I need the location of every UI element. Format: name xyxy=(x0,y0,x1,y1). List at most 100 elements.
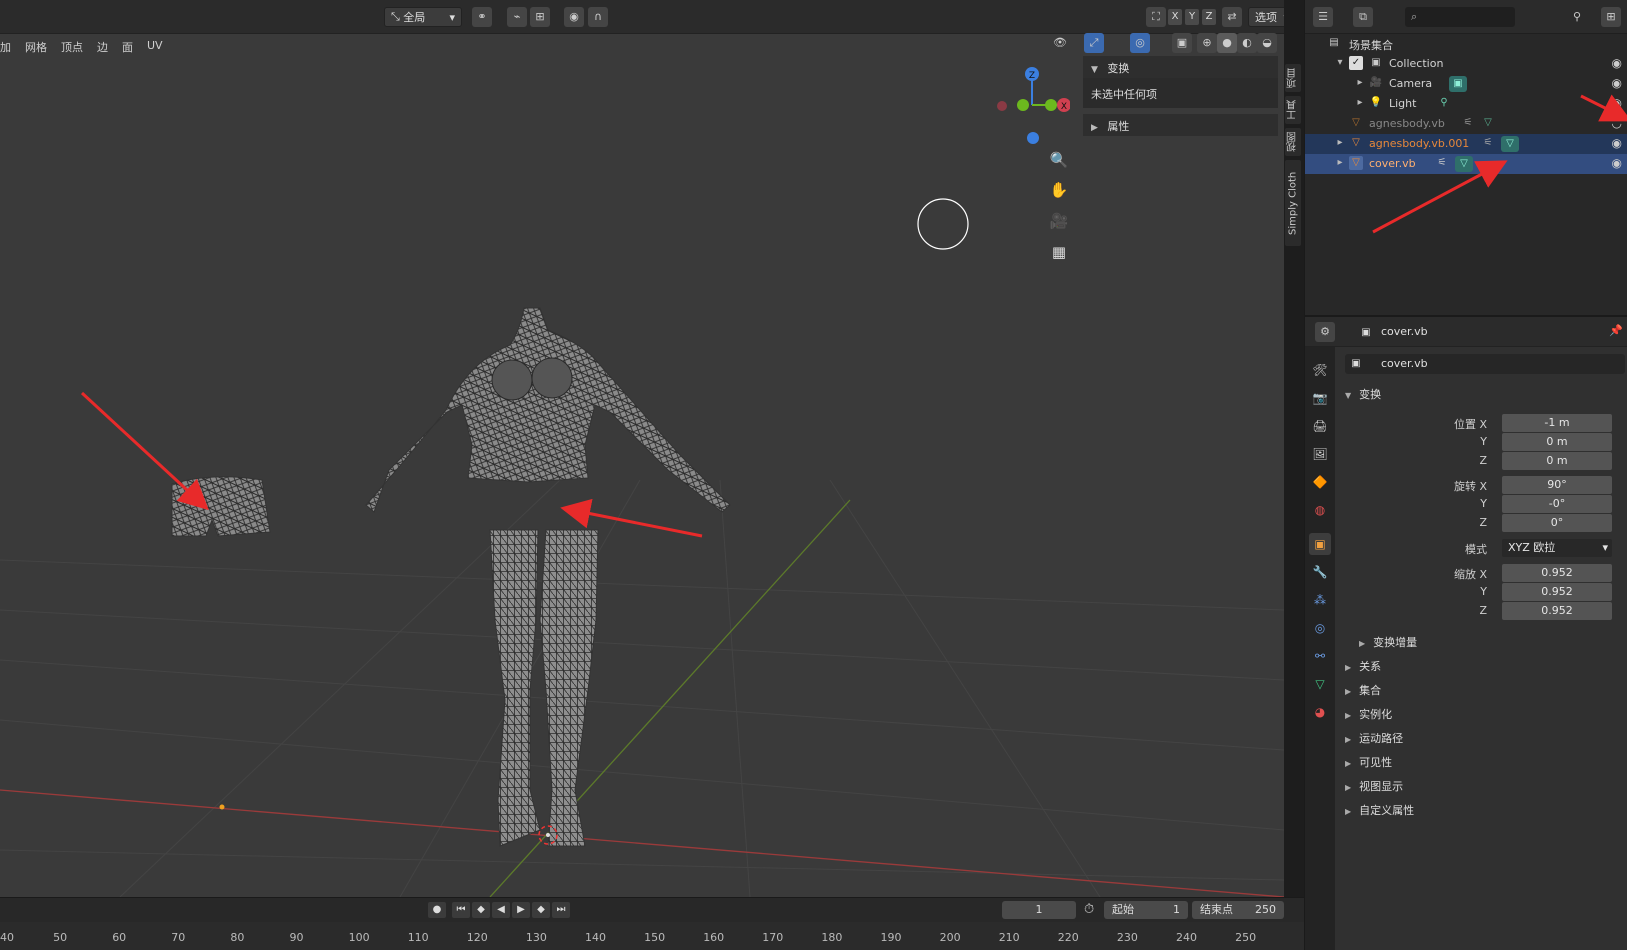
transform-section-header[interactable]: ▼ 变换 xyxy=(1345,386,1381,402)
current-frame-field[interactable]: 1 xyxy=(1002,901,1076,919)
snap-icon[interactable]: ⌁ xyxy=(507,7,527,27)
data-tab-icon[interactable]: ▽ xyxy=(1309,673,1331,695)
xray-icon[interactable]: ▣ xyxy=(1172,33,1192,53)
orientation-icon: ⤡ xyxy=(391,10,404,23)
options-dropdown[interactable]: 选项 ▾ xyxy=(1248,7,1284,27)
snap-target-icon[interactable]: ⊞ xyxy=(530,7,550,27)
transform-orientation-dropdown[interactable]: ⤡ 全局 ▾ xyxy=(384,7,462,27)
particles-tab-icon[interactable]: ⁂ xyxy=(1309,589,1331,611)
menu-uv[interactable]: UV xyxy=(140,34,170,58)
constraints-tab-icon[interactable]: ⚯ xyxy=(1309,645,1331,667)
next-keyframe-icon[interactable]: ◆ xyxy=(532,902,550,918)
mirror-y-button[interactable]: Y xyxy=(1185,9,1199,25)
scene-tab-icon[interactable]: 🔶 xyxy=(1309,471,1331,493)
section-custom-properties[interactable]: ▶ 自定义属性 xyxy=(1345,802,1414,818)
mirror-icon[interactable]: ⛶ xyxy=(1146,7,1166,27)
sidebar-n-panel: ▼ 变换 未选中任何项 ▶ 属性 xyxy=(1083,56,1278,140)
location-z-field[interactable]: 0 m xyxy=(1502,452,1612,470)
3d-viewport[interactable]: ⤡ 全局 ▾ ⚭ ⌁ ⊞ ◉ ∩ ⛶ X Y Z ⇄ 选项 ▾ 加 网格 顶点 … xyxy=(0,0,1284,897)
material-shading-icon[interactable]: ◐ xyxy=(1237,33,1257,53)
view-layer-tab-icon[interactable]: 🖼 xyxy=(1309,443,1331,465)
timeline-tick-label: 220 xyxy=(1057,931,1079,944)
tab-item[interactable]: 项目 xyxy=(1285,64,1301,92)
jump-start-icon[interactable]: ⏮ xyxy=(452,902,470,918)
location-y-field[interactable]: 0 m xyxy=(1502,433,1612,451)
scale-z-field[interactable]: 0.952 xyxy=(1502,602,1612,620)
object-tab-icon[interactable]: ▣ xyxy=(1309,533,1331,555)
triangle-right-icon: ▶ xyxy=(1091,123,1098,133)
menu-edge[interactable]: 边 xyxy=(90,34,115,58)
shorts-mesh xyxy=(171,476,271,537)
tool-tab-icon[interactable]: 🛠 xyxy=(1309,359,1331,381)
wireframe-shading-icon[interactable]: ⊕ xyxy=(1197,33,1217,53)
section-relations[interactable]: ▶ 关系 xyxy=(1345,658,1381,674)
play-icon[interactable]: ▶ xyxy=(512,902,530,918)
rotation-y-field[interactable]: -0° xyxy=(1502,495,1612,513)
section-collections[interactable]: ▶ 集合 xyxy=(1345,682,1381,698)
mirror-z-button[interactable]: Z xyxy=(1202,9,1216,25)
topology-mirror-icon[interactable]: ⇄ xyxy=(1222,7,1242,27)
proportional-edit-icon[interactable]: ◉ xyxy=(564,7,584,27)
editor-type-icon[interactable]: ⚙ xyxy=(1315,322,1335,342)
menu-face[interactable]: 面 xyxy=(115,34,140,58)
timeline-tick-label: 240 xyxy=(1176,931,1197,944)
timeline-tick-label: 250 xyxy=(1235,931,1257,944)
menu-mesh[interactable]: 网格 xyxy=(18,34,54,58)
world-tab-icon[interactable]: ◍ xyxy=(1309,499,1331,521)
object-icon: ▣ xyxy=(1351,358,1361,369)
play-reverse-icon[interactable]: ◀ xyxy=(492,902,510,918)
object-name-field[interactable]: ▣ cover.vb xyxy=(1345,354,1625,374)
delta-transform-subpanel[interactable]: ▶ 变换增量 xyxy=(1359,634,1417,650)
pan-hand-icon[interactable]: ✋ xyxy=(1046,177,1072,203)
rotation-x-field[interactable]: 90° xyxy=(1502,476,1612,494)
start-frame-field[interactable]: 起始 1 xyxy=(1104,901,1188,919)
tab-simply-cloth[interactable]: Simply Cloth xyxy=(1285,160,1301,246)
visibility-icon[interactable]: 👁 xyxy=(1050,33,1070,53)
pin-icon[interactable]: 📌 xyxy=(1609,324,1623,337)
gizmo-toggle-icon[interactable]: ⤢ xyxy=(1084,33,1104,53)
section-visibility[interactable]: ▶ 可见性 xyxy=(1345,754,1392,770)
falloff-icon[interactable]: ∩ xyxy=(588,7,608,27)
timeline-ruler[interactable]: 40 50 60 70 80 90 100 110 120 130 140 150 160 170 180 1… xyxy=(0,923,1304,950)
overlay-toggle-icon[interactable]: ◎ xyxy=(1130,33,1150,53)
menu-add[interactable]: 加 xyxy=(0,34,18,58)
tab-tool[interactable]: 工具 xyxy=(1285,96,1301,124)
camera-view-icon[interactable]: 🎥 xyxy=(1046,208,1072,234)
menu-vertex[interactable]: 顶点 xyxy=(54,34,90,58)
physics-tab-icon[interactable]: ◎ xyxy=(1309,617,1331,639)
rotation-mode-dropdown[interactable]: XYZ 欧拉 ▾ xyxy=(1502,539,1612,557)
render-tab-icon[interactable]: 📷 xyxy=(1309,387,1331,409)
npanel-transform-header[interactable]: ▼ 变换 xyxy=(1083,56,1278,78)
record-icon[interactable]: ● xyxy=(428,902,446,918)
modifier-tab-icon[interactable]: 🔧 xyxy=(1309,561,1331,583)
jump-end-icon[interactable]: ⏭ xyxy=(552,902,570,918)
mirror-x-button[interactable]: X xyxy=(1168,9,1182,25)
brush-cursor xyxy=(917,198,969,250)
solid-shading-icon[interactable]: ● xyxy=(1217,33,1237,53)
scale-y-label: Y xyxy=(1480,585,1487,598)
timeline-tick-label: 190 xyxy=(880,931,902,944)
scale-x-label: 缩放 X xyxy=(1453,568,1487,581)
location-x-field[interactable]: -1 m xyxy=(1502,414,1612,432)
output-tab-icon[interactable]: 🖨 xyxy=(1309,415,1331,437)
scale-y-field[interactable]: 0.952 xyxy=(1502,583,1612,601)
tab-view[interactable]: 视图 xyxy=(1285,128,1301,156)
timeline-tick-label: 100 xyxy=(348,931,370,944)
npanel-properties-header[interactable]: ▶ 属性 xyxy=(1083,114,1278,136)
zoom-icon[interactable]: 🔍 xyxy=(1046,147,1072,173)
pivot-icon[interactable]: ⚭ xyxy=(472,7,492,27)
chevron-down-icon: ▾ xyxy=(449,10,455,24)
rotation-z-field[interactable]: 0° xyxy=(1502,514,1612,532)
navigation-gizmo[interactable]: Z X xyxy=(990,62,1070,147)
section-viewport-display[interactable]: ▶ 视图显示 xyxy=(1345,778,1403,794)
stopwatch-icon[interactable]: ⏱ xyxy=(1084,902,1094,917)
section-motion-paths[interactable]: ▶ 运动路径 xyxy=(1345,730,1403,746)
material-tab-icon[interactable]: ◕ xyxy=(1309,701,1331,723)
section-instancing[interactable]: ▶ 实例化 xyxy=(1345,706,1392,722)
end-frame-field[interactable]: 结束点 250 xyxy=(1192,901,1284,919)
perspective-grid-icon[interactable]: ▦ xyxy=(1046,239,1072,265)
timeline-tick-label: 210 xyxy=(998,931,1020,944)
scale-x-field[interactable]: 0.952 xyxy=(1502,564,1612,582)
rendered-shading-icon[interactable]: ◒ xyxy=(1257,33,1277,53)
prev-keyframe-icon[interactable]: ◆ xyxy=(472,902,490,918)
